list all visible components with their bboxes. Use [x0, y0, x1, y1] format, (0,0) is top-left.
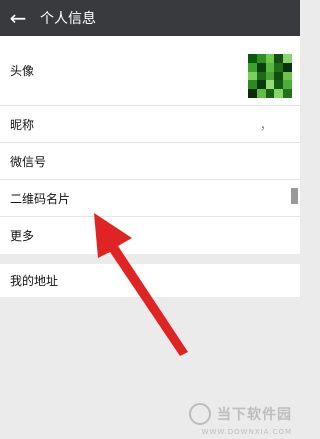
watermark: 当下软件园: [189, 403, 292, 425]
more-row[interactable]: 更多: [0, 217, 300, 254]
page-title: 个人信息: [40, 11, 96, 27]
watermark-logo-icon: [189, 403, 211, 425]
watermark-brand: 当下软件园: [217, 407, 292, 423]
wechat-id-label: 微信号: [10, 154, 47, 169]
profile-list: 头像 昵称 ， 微信号 二维码名片 更多: [0, 36, 300, 254]
qrcode-row[interactable]: 二维码名片: [0, 180, 300, 217]
address-row[interactable]: 我的地址: [0, 264, 300, 297]
wechat-id-row[interactable]: 微信号: [0, 143, 300, 180]
watermark-url: WWW.DOWNXIA.COM: [201, 428, 292, 436]
back-arrow-icon[interactable]: ←: [0, 0, 36, 36]
avatar-row[interactable]: 头像: [0, 36, 300, 106]
nickname-row[interactable]: 昵称 ，: [0, 106, 300, 143]
nickname-label: 昵称: [10, 117, 35, 132]
avatar[interactable]: [248, 54, 292, 98]
avatar-label: 头像: [10, 64, 35, 78]
address-label: 我的地址: [10, 274, 59, 288]
qrcode-label: 二维码名片: [10, 191, 71, 206]
top-bar: ← 个人信息: [0, 0, 300, 36]
nickname-value: ，: [259, 117, 272, 132]
more-label: 更多: [10, 229, 35, 243]
address-section: 我的地址: [0, 264, 300, 297]
scrollbar[interactable]: [291, 188, 298, 204]
